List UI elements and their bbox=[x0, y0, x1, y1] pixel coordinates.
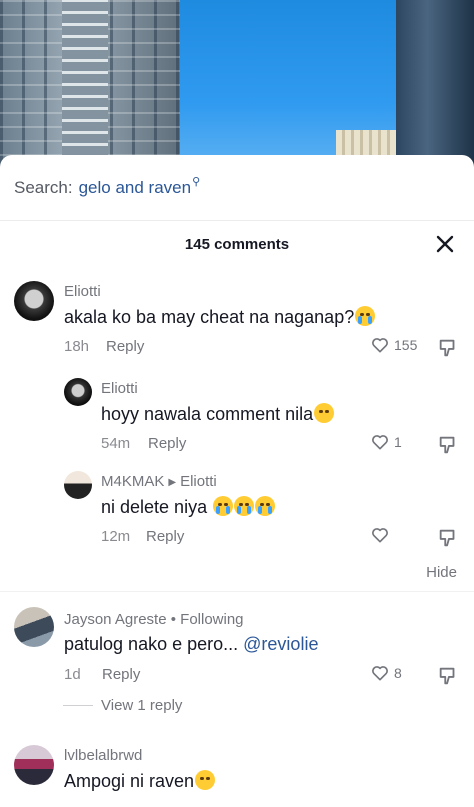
thumbs-down-icon[interactable] bbox=[437, 434, 459, 456]
like-count: 1 bbox=[394, 434, 402, 450]
comment-username[interactable]: Eliotti bbox=[101, 380, 138, 397]
comment-text-body: ni delete niya bbox=[101, 497, 208, 517]
crying-emoji-icon bbox=[234, 496, 255, 516]
flushed-emoji-icon bbox=[314, 403, 335, 423]
comment-text-body: Ampogi ni raven bbox=[64, 771, 195, 791]
heart-icon bbox=[372, 666, 388, 681]
comment-text-body: patulog nako e pero... bbox=[64, 634, 239, 654]
reply-author: M4KMAK bbox=[101, 473, 165, 490]
comment-text-body: akala ko ba may cheat na naganap? bbox=[64, 307, 355, 327]
search-icon: ⚲ bbox=[192, 176, 201, 188]
comments-count: 145 comments bbox=[184, 235, 290, 253]
following-badge: Following bbox=[180, 611, 244, 628]
view-replies-button[interactable]: View 1 reply bbox=[63, 697, 182, 714]
comment-username[interactable]: Eliotti bbox=[64, 283, 101, 300]
like-button[interactable]: 1 bbox=[370, 432, 402, 452]
avatar[interactable] bbox=[14, 281, 54, 321]
comment-text: akala ko ba may cheat na naganap? bbox=[64, 306, 376, 328]
thumbs-down-icon[interactable] bbox=[437, 527, 459, 549]
comment-text: hoyy nawala comment nila bbox=[101, 403, 335, 425]
avatar[interactable] bbox=[64, 471, 92, 499]
building-left-facade bbox=[62, 0, 108, 170]
avatar[interactable] bbox=[14, 607, 54, 647]
divider-line bbox=[63, 705, 93, 706]
comment-time: 12m bbox=[101, 528, 131, 545]
avatar[interactable] bbox=[64, 378, 92, 406]
reply-button[interactable]: Reply bbox=[146, 528, 184, 545]
comment-username[interactable]: M4KMAK ▶ Eliotti bbox=[101, 473, 217, 490]
crying-emoji-icon bbox=[355, 306, 376, 326]
comments-header: 145 comments bbox=[0, 221, 474, 267]
like-button[interactable]: 155 bbox=[370, 335, 417, 355]
reply-button[interactable]: Reply bbox=[102, 666, 140, 683]
thumbs-down-icon[interactable] bbox=[437, 665, 459, 687]
building-right bbox=[396, 0, 474, 170]
comment-time: 18h bbox=[64, 338, 90, 355]
crying-emoji-icon bbox=[213, 496, 234, 516]
like-count: 155 bbox=[394, 337, 418, 353]
search-query[interactable]: gelo and raven bbox=[79, 178, 191, 198]
comment-text: Ampogi ni raven bbox=[64, 770, 216, 792]
like-button[interactable]: 8 bbox=[370, 663, 402, 683]
comment-text: ni delete niya bbox=[101, 496, 276, 518]
mention-link[interactable]: @reviolie bbox=[243, 634, 318, 654]
play-arrow-icon: ▶ bbox=[168, 477, 177, 488]
comment-username[interactable]: lvlbelalbrwd bbox=[64, 747, 142, 764]
divider bbox=[0, 591, 474, 592]
comment-username[interactable]: Jayson Agreste • Following bbox=[64, 611, 244, 628]
close-icon[interactable] bbox=[434, 233, 456, 255]
reply-button[interactable]: Reply bbox=[148, 435, 186, 452]
heart-icon bbox=[372, 528, 388, 543]
crying-emoji-icon bbox=[255, 496, 276, 516]
comment-text-body: hoyy nawala comment nila bbox=[101, 404, 314, 424]
search-suggestion[interactable]: Search: gelo and raven ⚲ bbox=[0, 155, 474, 221]
comment-author: Jayson Agreste bbox=[64, 611, 167, 628]
pleading-emoji-icon bbox=[195, 770, 216, 790]
heart-icon bbox=[372, 338, 388, 353]
hide-replies-button[interactable]: Hide bbox=[426, 564, 457, 581]
heart-icon bbox=[372, 435, 388, 450]
search-prefix: Search: bbox=[14, 177, 73, 197]
video-background bbox=[0, 0, 474, 170]
reply-to-user: Eliotti bbox=[180, 473, 217, 490]
comments-sheet: Search: gelo and raven ⚲ 145 comments El… bbox=[0, 155, 474, 807]
comment-time: 54m bbox=[101, 435, 131, 452]
avatar[interactable] bbox=[14, 745, 54, 785]
comment-time: 1d bbox=[64, 666, 81, 683]
comment-text: patulog nako e pero... @reviolie bbox=[64, 634, 318, 655]
thumbs-down-icon[interactable] bbox=[437, 337, 459, 359]
reply-button[interactable]: Reply bbox=[106, 338, 144, 355]
like-count: 8 bbox=[394, 665, 402, 681]
like-button[interactable] bbox=[370, 525, 390, 545]
view-replies-label: View 1 reply bbox=[101, 697, 183, 714]
